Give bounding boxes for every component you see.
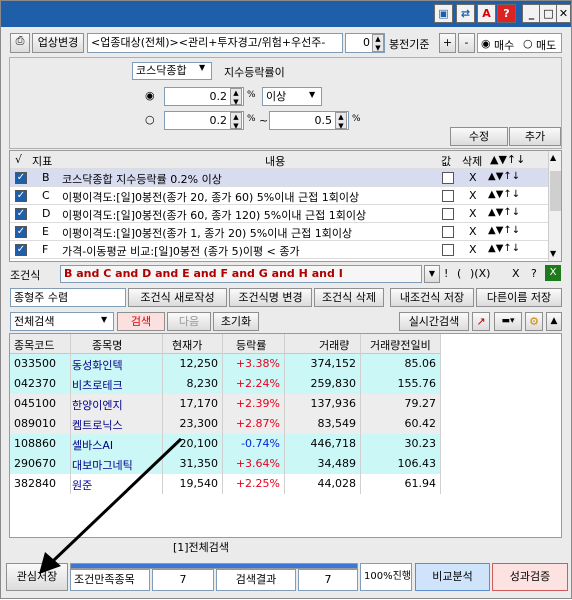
arrow-annotation [39, 437, 183, 574]
condition-search-window: ▣ ⇄ A ? _ □ ✕ ⎙ 업상변경 <업종대상(전체)><관리+투자경고/… [0, 0, 572, 599]
